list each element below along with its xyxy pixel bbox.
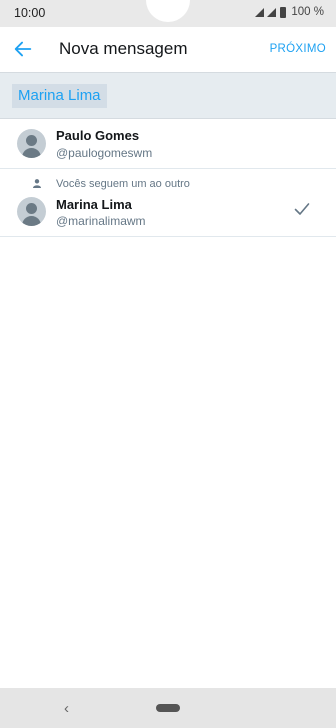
chevron-left-icon[interactable]: ‹ (64, 700, 69, 717)
check-icon (294, 203, 310, 215)
battery-icon (280, 6, 287, 18)
battery-level: 100 % (291, 6, 324, 18)
selected-recipient-chip[interactable]: Marina Lima (12, 84, 107, 108)
default-avatar-icon (17, 197, 46, 226)
mutual-follow-note: Vocês seguem um ao outro (56, 178, 190, 190)
camera-notch (146, 0, 190, 22)
user-handle: @marinalimawm (56, 214, 146, 228)
user-name: Marina Lima (56, 197, 132, 212)
user-handle: @paulogomeswm (56, 146, 153, 160)
list-item[interactable]: Paulo Gomes @paulogomeswm (0, 119, 336, 169)
status-time: 10:00 (14, 6, 46, 20)
app-header: Nova mensagem PRÓXIMO (0, 27, 336, 72)
status-icons: 100 % (255, 6, 324, 18)
status-bar: 10:00 100 % (0, 0, 336, 27)
signal-icon (255, 7, 265, 17)
signal-icon-2 (267, 7, 277, 17)
next-button[interactable]: PRÓXIMO (270, 43, 326, 55)
recipient-search-field[interactable]: Marina Lima (0, 72, 336, 119)
list-item[interactable]: Vocês seguem um ao outro Marina Lima @ma… (0, 169, 336, 237)
arrow-left-icon[interactable] (12, 38, 34, 60)
home-pill-button[interactable] (156, 704, 180, 712)
system-nav-bar: ‹ (0, 688, 336, 728)
user-name: Paulo Gomes (56, 128, 140, 143)
person-icon (33, 179, 41, 188)
page-title: Nova mensagem (59, 39, 188, 58)
default-avatar-icon (17, 129, 46, 158)
